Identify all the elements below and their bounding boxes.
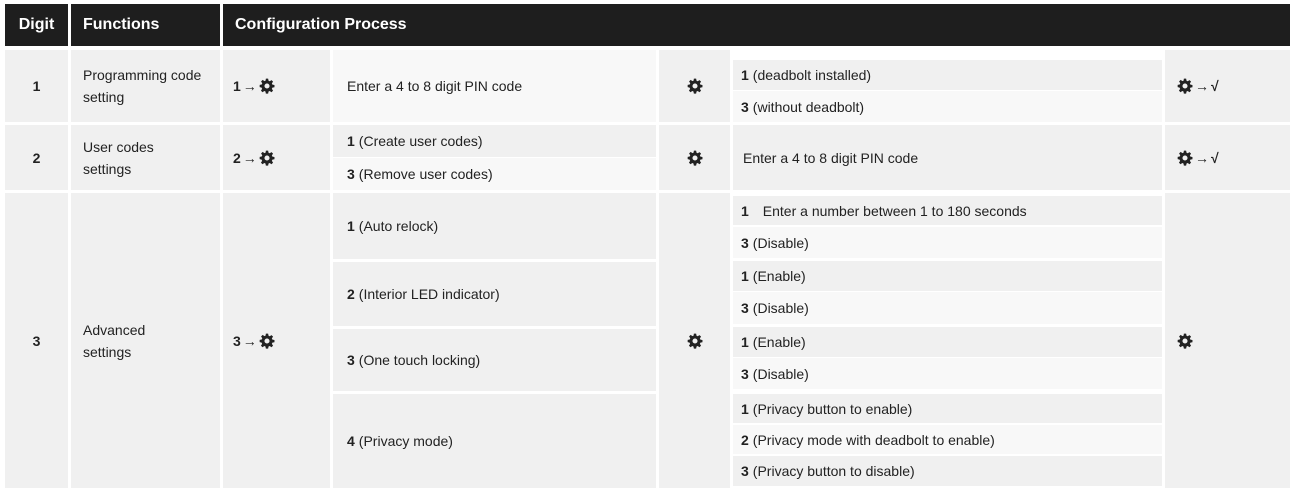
gear-icon <box>687 78 703 94</box>
row-2-digit: 2 <box>5 125 68 190</box>
row-1-option-1: 1 (deadbolt installed) <box>733 60 1162 90</box>
header-digit: Digit <box>5 4 68 46</box>
checkmark-icon: √ <box>1211 78 1219 94</box>
gear-icon <box>259 78 275 94</box>
arrow-icon: → <box>1195 78 1209 94</box>
row-3-group-1-option-1: 1 Enter a number between 1 to 180 second… <box>733 196 1162 225</box>
row-3-group-1: 1 (Auto relock) <box>333 193 656 259</box>
row-3-group-3-option-2: 3 (Disable) <box>733 358 1162 389</box>
row-1-digit: 1 <box>5 50 68 122</box>
header-configuration-process: Configuration Process <box>223 4 1290 46</box>
row-3-sequence: 3 → <box>223 193 330 488</box>
row-2-function: User codes settings <box>71 125 220 190</box>
row-2-step1-option-1: 1 (Create user codes) <box>333 125 656 157</box>
row-1-function: Programming code setting <box>71 50 220 122</box>
arrow-icon: → <box>242 78 257 94</box>
gear-icon <box>1177 78 1193 94</box>
row-1-gear <box>659 50 730 122</box>
gear-icon <box>259 150 275 166</box>
arrow-icon: → <box>242 332 257 349</box>
gear-icon <box>687 333 703 349</box>
row-3-group-2-option-1: 1 (Enable) <box>733 261 1162 291</box>
gear-icon <box>1177 333 1193 349</box>
row-3-group-1-option-2: 3 (Disable) <box>733 227 1162 258</box>
row-3-function: Advanced settings <box>71 193 220 488</box>
row-3-group-4-option-1: 1 (Privacy button to enable) <box>733 394 1162 423</box>
row-1-option-2: 3 (without deadbolt) <box>733 91 1162 122</box>
header-functions: Functions <box>71 4 220 46</box>
row-1-sequence: 1 → <box>223 50 330 122</box>
row-1-result: → √ <box>1165 50 1290 122</box>
row-3-gear <box>659 193 730 488</box>
row-2-step1-option-2: 3 (Remove user codes) <box>333 158 656 190</box>
arrow-icon: → <box>1195 149 1209 166</box>
gear-icon <box>259 333 275 349</box>
row-3-group-2: 2 (Interior LED indicator) <box>333 262 656 326</box>
checkmark-icon: √ <box>1211 149 1219 166</box>
arrow-icon: → <box>242 149 257 166</box>
row-3-group-3-option-1: 1 (Enable) <box>733 327 1162 357</box>
row-3-group-3: 3 (One touch locking) <box>333 329 656 391</box>
row-1-step1: Enter a 4 to 8 digit PIN code <box>333 50 656 122</box>
row-2-result: → √ <box>1165 125 1290 190</box>
row-3-result <box>1165 193 1290 488</box>
row-3-group-4-option-3: 3 (Privacy button to disable) <box>733 456 1162 486</box>
row-2-sequence: 2 → <box>223 125 330 190</box>
row-3-digit: 3 <box>5 193 68 488</box>
row-2-step2: Enter a 4 to 8 digit PIN code <box>733 125 1162 190</box>
row-3-group-4-option-2: 2 (Privacy mode with deadbolt to enable) <box>733 425 1162 454</box>
gear-icon <box>687 150 703 166</box>
row-3-group-4: 4 (Privacy mode) <box>333 394 656 488</box>
row-2-gear <box>659 125 730 190</box>
row-3-group-2-option-2: 3 (Disable) <box>733 292 1162 324</box>
gear-icon <box>1177 150 1193 166</box>
